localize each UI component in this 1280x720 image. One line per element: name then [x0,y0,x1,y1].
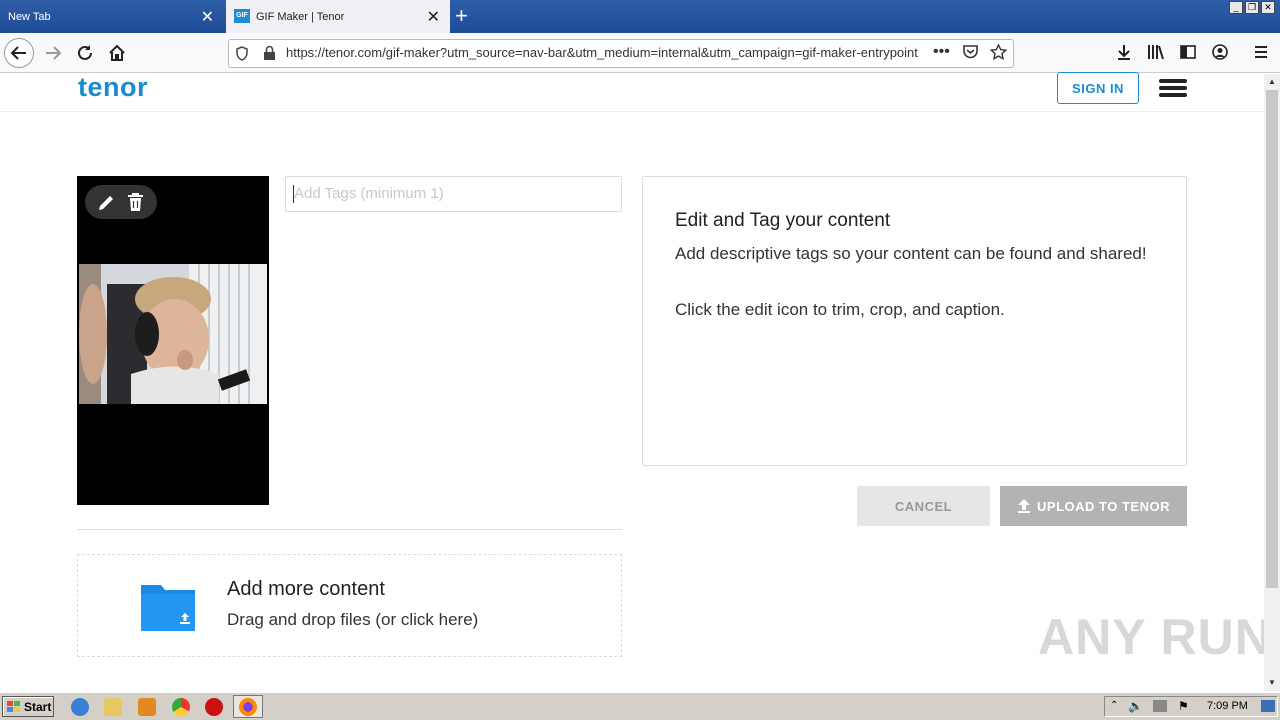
section-divider [77,529,622,530]
add-more-subtitle: Drag and drop files (or click here) [227,610,479,629]
scroll-up-icon[interactable]: ▲ [1264,74,1280,90]
show-desktop-icon[interactable] [1261,700,1275,712]
minimize-icon[interactable]: _ [1229,1,1243,14]
watermark: ANY RUN [1038,609,1272,665]
ie-icon[interactable] [71,698,89,716]
flag-icon[interactable]: ⚑ [1178,699,1189,713]
preview-toolbar [85,185,157,219]
windows-logo-icon [7,700,20,712]
forward-icon[interactable] [38,38,68,68]
tab-label: New Tab [8,10,51,23]
firefox-icon[interactable] [239,698,257,716]
network-icon[interactable] [1153,700,1167,712]
shield-icon[interactable] [235,46,249,66]
pocket-icon[interactable] [962,44,979,65]
back-icon[interactable] [4,38,34,68]
hamburger-menu-icon[interactable] [1159,79,1187,97]
start-button[interactable]: Start [2,696,54,717]
restore-icon[interactable]: ❐ [1245,1,1259,14]
menu-icon[interactable] [1254,45,1268,64]
delete-trash-icon[interactable] [127,193,144,217]
panel-text-edit: Click the edit icon to trim, crop, and c… [675,300,1005,319]
library-icon[interactable] [1147,44,1165,65]
media-player-icon[interactable] [138,698,156,716]
panel-title: Edit and Tag your content [675,210,891,231]
scrollbar-thumb[interactable] [1266,90,1278,588]
tenor-favicon-icon: GIF [234,9,250,23]
close-tab-icon[interactable]: ✕ [201,7,214,27]
scroll-down-icon[interactable]: ▼ [1264,675,1280,691]
chrome-icon[interactable] [172,698,190,716]
tab-new-tab[interactable]: New Tab ✕ [0,0,224,33]
home-icon[interactable] [102,38,132,68]
tenor-logo[interactable]: tenor [78,72,148,103]
clock[interactable]: 7:09 PM [1207,700,1248,712]
lock-icon[interactable] [263,45,276,65]
tab-gif-maker[interactable]: GIF GIF Maker | Tenor ✕ [226,0,450,33]
downloads-icon[interactable] [1116,44,1132,65]
close-tab-icon[interactable]: ✕ [427,7,440,27]
tab-label: GIF Maker | Tenor [256,10,345,23]
sign-in-button[interactable]: SIGN IN [1057,72,1139,104]
opera-icon[interactable] [205,698,223,716]
add-more-title: Add more content [227,578,385,600]
upload-button[interactable]: UPLOAD TO TENOR [1000,486,1187,526]
start-label: Start [24,699,52,714]
sidebar-icon[interactable] [1180,45,1196,64]
edit-pencil-icon[interactable] [97,193,116,217]
close-window-icon[interactable]: ✕ [1261,1,1275,14]
tags-placeholder: Add Tags (minimum 1) [294,185,444,202]
url-text[interactable]: https://tenor.com/gif-maker?utm_source=n… [286,45,926,60]
bookmark-star-icon[interactable] [989,43,1008,65]
header-divider [0,111,1266,112]
cancel-button[interactable]: CANCEL [857,486,990,526]
taskbar [0,692,1280,720]
video-thumbnail [79,264,267,404]
reload-icon[interactable] [70,38,100,68]
panel-text-tags: Add descriptive tags so your content can… [675,244,1147,263]
upload-label: UPLOAD TO TENOR [1037,498,1170,514]
explorer-folder-icon[interactable] [104,698,122,716]
volume-icon[interactable]: 🔈 [1128,699,1143,713]
folder-upload-icon [141,581,195,636]
account-icon[interactable] [1212,44,1228,65]
tray-expand-icon[interactable]: ⌃ [1110,700,1118,711]
upload-icon [1018,499,1031,513]
new-tab-icon[interactable]: + [455,3,468,29]
page-actions-icon[interactable]: ••• [933,43,950,61]
